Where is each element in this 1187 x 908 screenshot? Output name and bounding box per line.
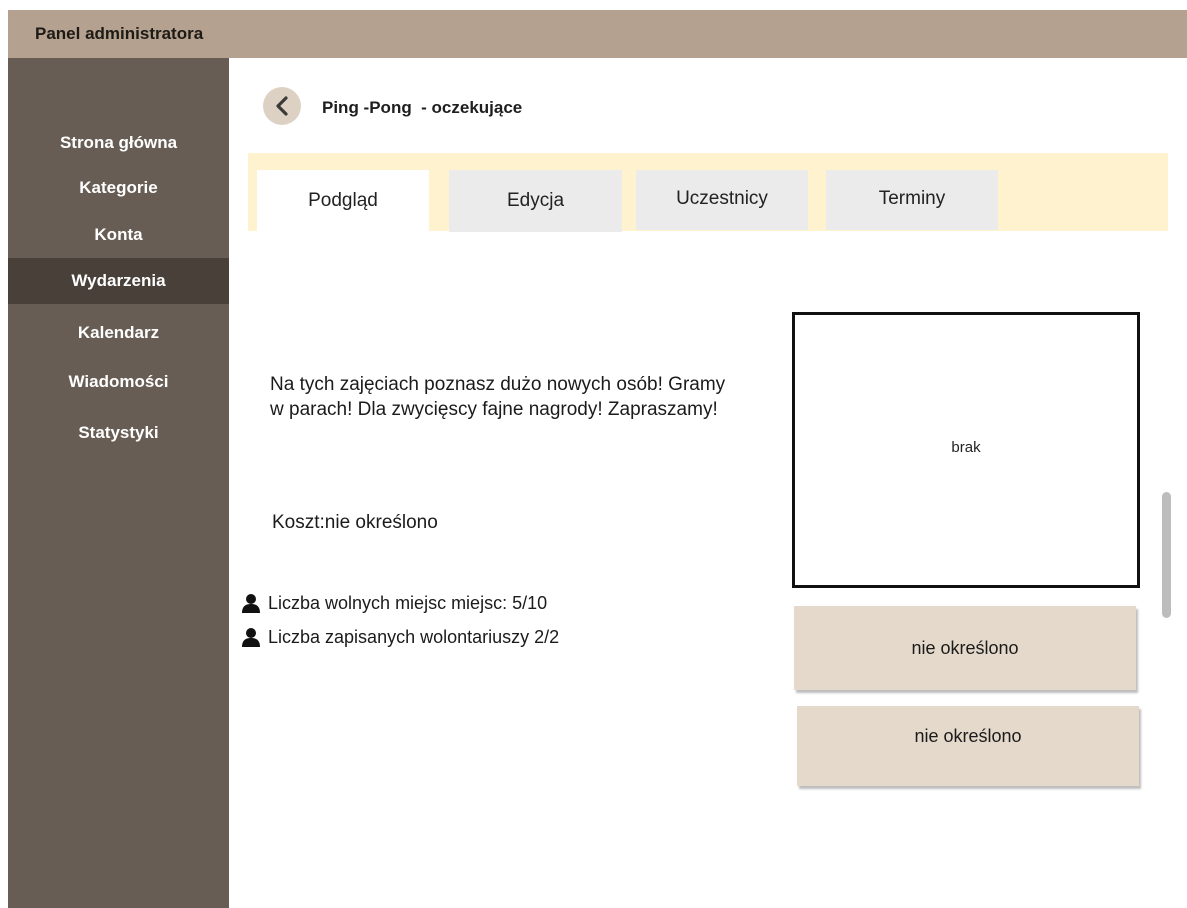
- sidebar-item-categories[interactable]: Kategorie: [8, 165, 229, 211]
- tab-dates[interactable]: Terminy: [826, 170, 998, 230]
- info-button-1-label: nie określono: [911, 637, 1019, 658]
- sidebar-item-events[interactable]: Wydarzenia: [8, 258, 229, 304]
- tab-participants[interactable]: Uczestnicy: [636, 170, 808, 230]
- sidebar: Strona główna Kategorie Konta Wydarzenia…: [8, 58, 229, 908]
- sidebar-item-home[interactable]: Strona główna: [8, 120, 229, 166]
- tab-dates-label: Terminy: [878, 188, 946, 209]
- free-places-stat: Liczba wolnych miejsc miejsc: 5/10: [240, 592, 547, 614]
- tab-participants-label: Uczestnicy: [676, 188, 768, 209]
- scrollbar-thumb[interactable]: [1162, 492, 1171, 618]
- info-button-2[interactable]: nie określono: [797, 706, 1139, 786]
- event-cost: Koszt:nie określono: [272, 512, 438, 533]
- top-bar: Panel administratora: [8, 10, 1187, 58]
- free-places-label: Liczba wolnych miejsc miejsc: 5/10: [268, 592, 548, 613]
- back-button[interactable]: [263, 87, 301, 125]
- sidebar-item-accounts[interactable]: Konta: [8, 212, 229, 258]
- sidebar-item-messages[interactable]: Wiadomości: [8, 359, 229, 405]
- page-title: Ping -Pong - oczekujące: [322, 98, 523, 117]
- info-button-1[interactable]: nie określono: [794, 606, 1136, 690]
- app-title: Panel administratora: [35, 24, 204, 43]
- person-icon: [242, 628, 260, 647]
- info-button-2-label: nie określono: [914, 726, 1022, 746]
- image-placeholder-text: brak: [951, 439, 981, 456]
- sidebar-item-statistics[interactable]: Statystyki: [8, 410, 229, 456]
- sidebar-item-calendar[interactable]: Kalendarz: [8, 310, 229, 356]
- event-description: Na tych zajęciach poznasz dużo nowych os…: [270, 374, 726, 420]
- volunteers-label: Liczba zapisanych wolontariuszy 2/2: [268, 626, 560, 647]
- tab-preview[interactable]: Podgląd: [257, 170, 429, 232]
- volunteers-stat: Liczba zapisanych wolontariuszy 2/2: [240, 626, 559, 648]
- tab-edit[interactable]: Edycja: [449, 170, 622, 232]
- chevron-left-icon: [276, 96, 288, 116]
- person-icon: [242, 594, 260, 613]
- event-image-placeholder: brak: [792, 312, 1140, 588]
